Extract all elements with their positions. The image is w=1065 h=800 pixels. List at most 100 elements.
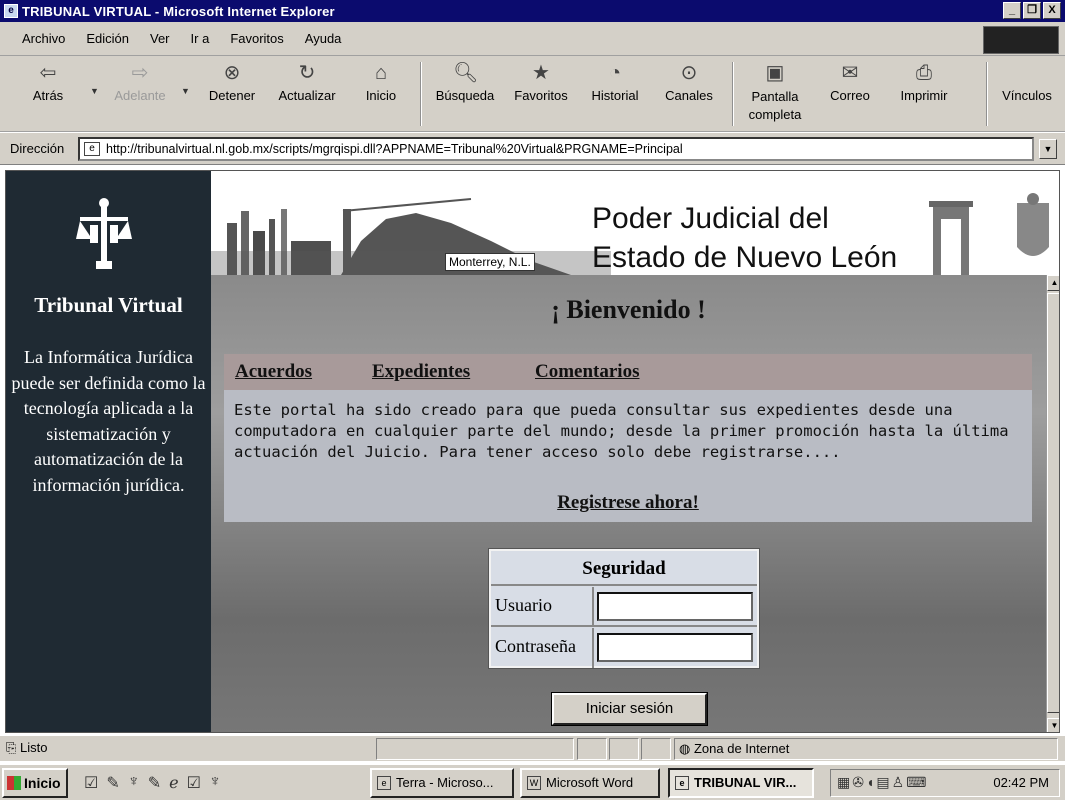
restore-button[interactable]: ❐ — [1023, 2, 1041, 19]
vertical-scrollbar[interactable]: ▲ ▼ — [1046, 275, 1059, 732]
quick-launch-icon[interactable]: ✎ — [106, 773, 119, 795]
fullscreen-icon: ▣ — [765, 62, 785, 84]
minimize-button[interactable]: _ — [1003, 2, 1021, 19]
home-label: Inicio — [365, 88, 397, 103]
history-label: Historial — [591, 88, 639, 103]
ie-task-icon: e — [675, 776, 689, 790]
login-button[interactable]: Iniciar sesión — [551, 692, 708, 726]
back-button[interactable]: ⇦ Atrás — [28, 62, 68, 103]
address-bar: Dirección e http://tribunalvirtual.nl.go… — [0, 133, 1065, 165]
back-dropdown-icon[interactable]: ▼ — [90, 86, 99, 96]
quick-launch-icon[interactable]: ♆ — [128, 773, 140, 795]
channels-button[interactable]: ⊙ Canales — [660, 62, 718, 103]
links-button[interactable]: Vínculos — [995, 88, 1059, 103]
stop-button[interactable]: ⊗ Detener — [202, 62, 262, 103]
start-label: Inicio — [24, 775, 61, 791]
menu-edicion[interactable]: Edición — [86, 31, 129, 46]
welcome-heading: ¡ Bienvenido ! — [551, 295, 706, 324]
status-text: Listo — [20, 740, 48, 755]
windows-logo-throbber — [983, 26, 1059, 54]
menu-favoritos[interactable]: Favoritos — [230, 31, 283, 46]
fullscreen-button[interactable]: ▣ Pantalla completa — [742, 62, 808, 124]
menu-archivo[interactable]: Archivo — [22, 31, 65, 46]
user-label: Usuario — [495, 595, 552, 615]
search-button[interactable]: 🔍︎ Búsqueda — [430, 62, 500, 103]
quick-launch-icon[interactable]: ♆ — [209, 773, 221, 795]
tray-icons[interactable]: ▦✇◖▤♙⌨ — [837, 774, 928, 791]
status-zone-cell: ◍ Zona de Internet — [674, 738, 1058, 760]
mail-button[interactable]: ✉ Correo — [822, 62, 878, 103]
channels-label: Canales — [665, 88, 713, 103]
menu-bar: Archivo Edición Ver Ir a Favoritos Ayuda — [0, 22, 1065, 56]
menu-ayuda[interactable]: Ayuda — [305, 31, 342, 46]
sidebar-description: La Informática Jurídica puede ser defini… — [11, 347, 206, 495]
clock[interactable]: 02:42 PM — [993, 775, 1049, 790]
tab-expedientes[interactable]: Expedientes — [372, 361, 470, 383]
forward-button[interactable]: ⇨ Adelante — [108, 62, 172, 103]
favorites-button[interactable]: ★ Favoritos — [508, 62, 574, 103]
header-title: Poder Judicial del Estado de Nuevo León — [592, 199, 897, 275]
address-url: http://tribunalvirtual.nl.gob.mx/scripts… — [106, 142, 683, 156]
cell-divider — [592, 628, 594, 668]
task-terra[interactable]: e Terra - Microso... — [370, 768, 514, 798]
address-label: Dirección — [10, 141, 65, 156]
forward-dropdown-icon[interactable]: ▼ — [181, 86, 190, 96]
search-label: Búsqueda — [435, 88, 495, 103]
word-task-icon: W — [527, 776, 541, 790]
task-word[interactable]: W Microsoft Word — [520, 768, 660, 798]
task-word-label: Microsoft Word — [546, 775, 634, 790]
status-cell-empty — [577, 738, 607, 760]
status-page-icon: ⎘ — [6, 740, 21, 755]
menu-ver[interactable]: Ver — [150, 31, 170, 46]
toolbar-separator — [732, 62, 734, 126]
start-button[interactable]: Inicio — [2, 768, 68, 798]
task-tribunal[interactable]: e TRIBUNAL VIR... — [668, 768, 814, 798]
address-input[interactable]: e http://tribunalvirtual.nl.gob.mx/scrip… — [78, 137, 1034, 161]
quick-launch-icon[interactable]: ☑ — [187, 773, 201, 795]
password-input[interactable] — [597, 633, 753, 662]
quick-launch-icon[interactable]: ☑ — [84, 773, 98, 795]
stop-icon: ⊗ — [223, 62, 241, 84]
user-row: Usuario — [491, 587, 757, 627]
quick-launch-icon[interactable]: ✎ — [148, 773, 161, 795]
scroll-up-icon[interactable]: ▲ — [1047, 275, 1059, 291]
login-header: Seguridad — [491, 551, 757, 586]
taskbar: Inicio ☑ ✎ ♆ ✎ ℯ ☑ ♆ e Terra - Microso..… — [0, 763, 1065, 800]
status-cell-empty — [609, 738, 639, 760]
task-terra-label: Terra - Microso... — [396, 775, 494, 790]
ie-quick-launch-icon[interactable]: ℯ — [169, 773, 178, 795]
mail-icon: ✉ — [841, 62, 859, 84]
refresh-button[interactable]: ↻ Actualizar — [272, 62, 342, 103]
links-label: Vínculos — [1002, 88, 1052, 103]
windows-logo-icon — [7, 776, 21, 790]
quick-launch: ☑ ✎ ♆ ✎ ℯ ☑ ♆ — [84, 773, 294, 795]
close-button[interactable]: X — [1043, 2, 1061, 19]
status-zone: Zona de Internet — [693, 741, 790, 756]
internet-globe-icon: ◍ — [679, 741, 694, 756]
scroll-thumb[interactable] — [1047, 293, 1059, 713]
nav-tabs: Acuerdos Expedientes Comentarios — [224, 354, 1032, 390]
tab-comentarios[interactable]: Comentarios — [535, 361, 639, 383]
history-icon: ◔ — [608, 62, 622, 84]
ie-icon: e — [4, 4, 18, 18]
back-arrow-icon: ⇦ — [39, 62, 57, 84]
home-button[interactable]: ⌂ Inicio — [360, 62, 402, 103]
monument-and-coat-of-arms-image — [929, 193, 1049, 275]
tab-acuerdos[interactable]: Acuerdos — [235, 361, 312, 383]
address-dropdown-icon[interactable]: ▼ — [1039, 139, 1057, 159]
scroll-down-icon[interactable]: ▼ — [1047, 718, 1059, 732]
stop-label: Detener — [208, 88, 256, 103]
password-label: Contraseña — [495, 636, 576, 656]
history-button[interactable]: ◔ Historial — [587, 62, 643, 103]
monterrey-skyline-image — [211, 198, 611, 275]
favorites-label: Favoritos — [514, 88, 568, 103]
menu-ir-a[interactable]: Ir a — [191, 31, 210, 46]
register-link[interactable]: Registrese ahora! — [224, 492, 1032, 514]
ie-task-icon: e — [377, 776, 391, 790]
fullscreen-label-1: Pantalla — [751, 89, 799, 104]
username-input[interactable] — [597, 592, 753, 621]
print-button[interactable]: ⎙ Imprimir — [896, 62, 952, 103]
window-title-bar[interactable]: e TRIBUNAL VIRTUAL - Microsoft Internet … — [0, 0, 1065, 22]
back-label: Atrás — [32, 88, 64, 103]
toolbar-separator — [986, 62, 988, 126]
